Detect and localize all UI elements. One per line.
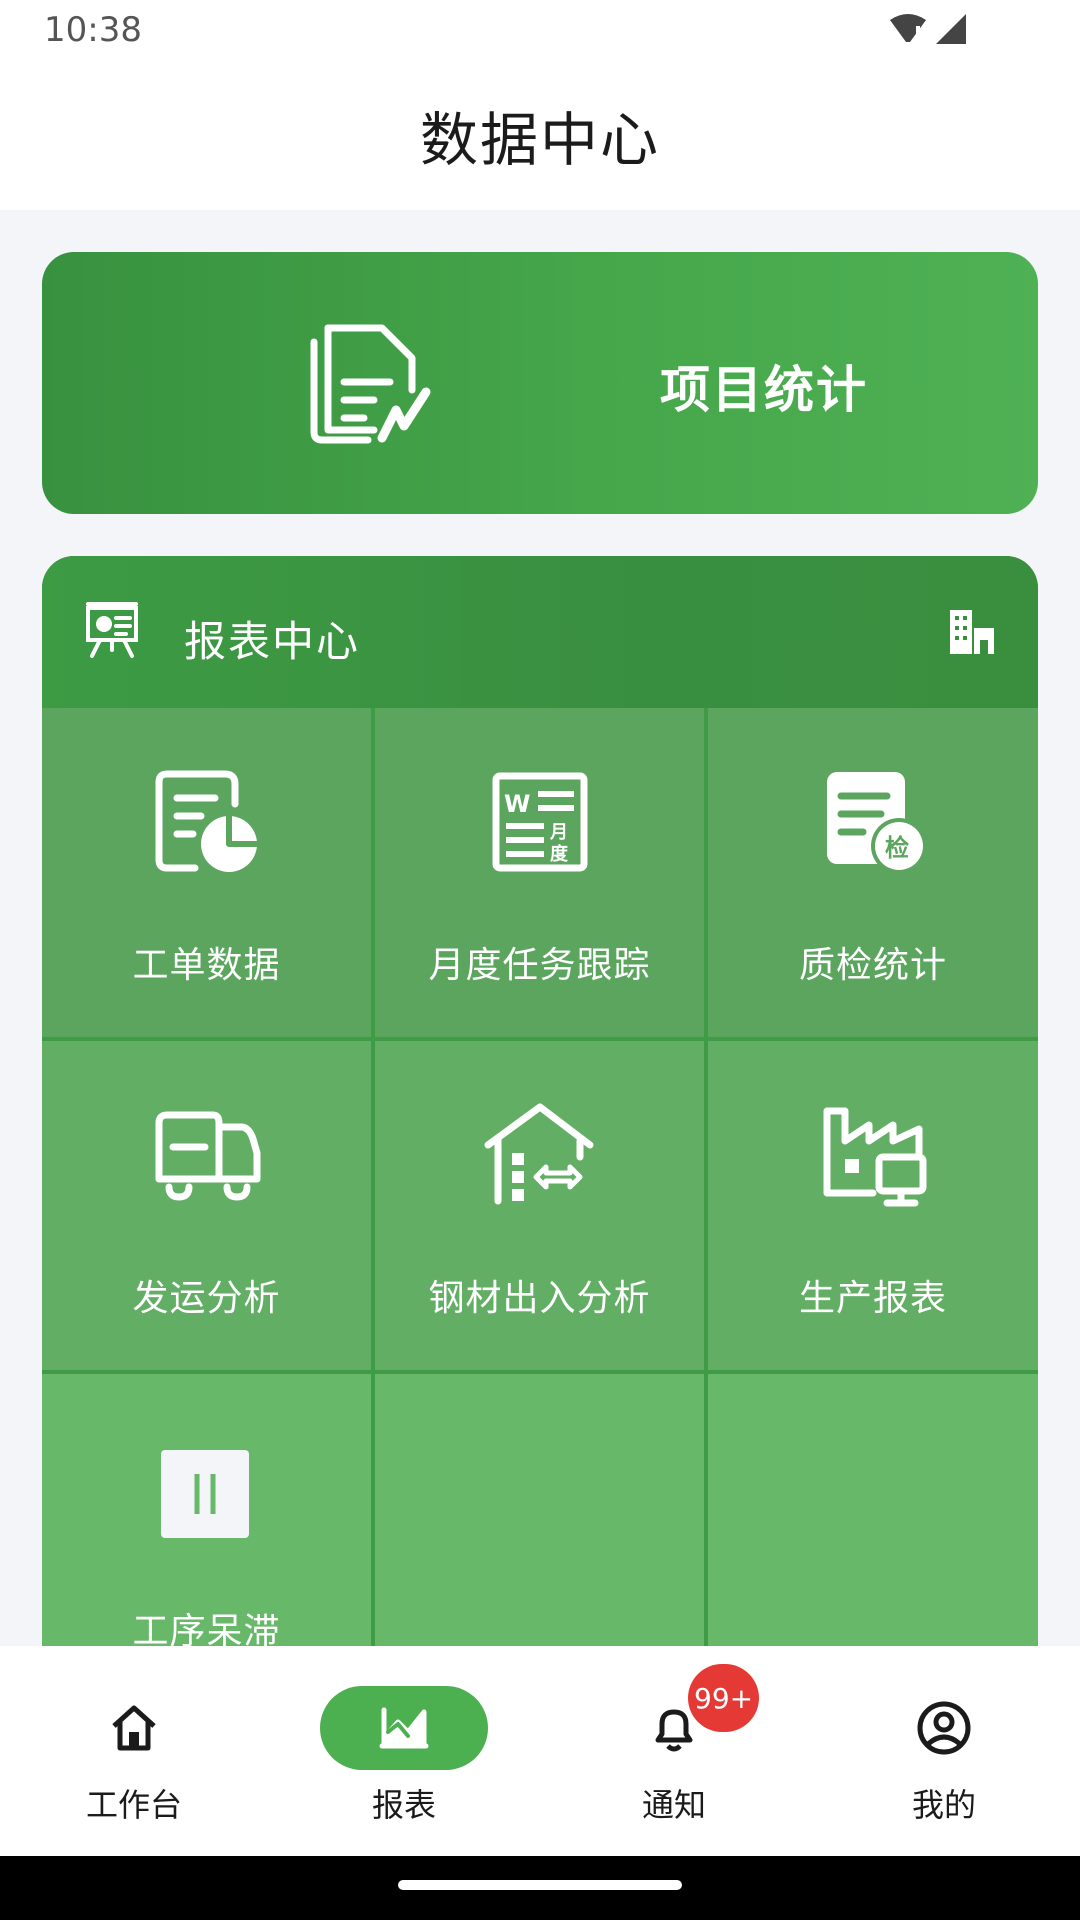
nav-item-profile[interactable]: 我的 — [834, 1686, 1054, 1826]
nav-icon-container — [860, 1686, 1028, 1770]
project-statistics-label: 项目统计 — [660, 361, 868, 419]
report-item-label: 钢材出入分析 — [428, 1278, 651, 1319]
report-center-header: 报表中心 — [42, 556, 1038, 708]
report-item-monthly-task-tracking[interactable]: W 月 度 月度任务跟踪 — [375, 708, 704, 1037]
nav-icon-container — [50, 1686, 218, 1770]
report-center-panel: 报表中心 工单数据 W 月 度 月度任务跟踪 检 质检统计 发运分析 钢材出入分… — [42, 556, 1038, 1646]
building-icon[interactable] — [948, 608, 996, 656]
inspection-doc-icon: 检 — [827, 772, 927, 874]
document-pie-chart-icon — [155, 770, 260, 872]
factory-monitor-icon — [823, 1107, 927, 1207]
svg-text:月: 月 — [549, 822, 568, 843]
report-item-work-order-data[interactable]: 工单数据 — [42, 708, 371, 1037]
app-header: 数据中心 — [0, 60, 1080, 210]
report-item-empty — [375, 1374, 704, 1646]
notification-badge: 99+ — [688, 1664, 760, 1732]
report-item-shipping-analysis[interactable]: 发运分析 — [42, 1041, 371, 1370]
nav-label: 工作台 — [85, 1786, 182, 1824]
svg-text:度: 度 — [550, 843, 569, 865]
report-item-process-stagnation[interactable]: 工序呆滞 — [42, 1374, 371, 1646]
status-icons — [888, 12, 968, 46]
user-circle-icon — [917, 1701, 971, 1755]
report-item-label: 工序呆滞 — [132, 1611, 281, 1646]
nav-item-reports[interactable]: 报表 — [294, 1686, 514, 1826]
chart-icon — [379, 1707, 429, 1749]
home-icon — [112, 1705, 156, 1751]
nav-item-notifications[interactable]: 99+ 通知 — [564, 1664, 784, 1826]
report-center-title: 报表中心 — [184, 617, 361, 666]
report-item-label: 质检统计 — [798, 945, 947, 986]
nav-label: 通知 — [641, 1786, 706, 1824]
nav-label: 报表 — [371, 1786, 436, 1824]
system-gesture-bar — [0, 1856, 1080, 1920]
report-item-label: 发运分析 — [132, 1278, 281, 1319]
nav-item-workbench[interactable]: 工作台 — [24, 1686, 244, 1826]
report-item-empty — [708, 1374, 1038, 1646]
bottom-navigation: 工作台 报表 99+ 通知 我的 — [0, 1646, 1080, 1856]
monthly-word-doc-icon: W 月 度 — [492, 772, 587, 872]
report-grid: 工单数据 W 月 度 月度任务跟踪 检 质检统计 发运分析 钢材出入分析 生产报… — [42, 708, 1038, 1646]
report-item-label: 生产报表 — [798, 1278, 947, 1319]
page-title: 数据中心 — [419, 106, 660, 174]
nav-icon-container — [320, 1686, 488, 1770]
report-item-label: 工单数据 — [132, 945, 281, 986]
report-item-steel-in-out-analysis[interactable]: 钢材出入分析 — [375, 1041, 704, 1370]
report-item-production-report[interactable]: 生产报表 — [708, 1041, 1038, 1370]
signal-icon — [936, 14, 966, 44]
report-item-quality-inspection[interactable]: 检 质检统计 — [708, 708, 1038, 1037]
presentation-board-icon — [86, 602, 138, 658]
home-gesture-handle[interactable] — [398, 1880, 682, 1890]
wifi-icon — [890, 14, 926, 44]
project-statistics-card[interactable]: 项目统计 — [42, 252, 1038, 514]
document-chart-icon — [310, 324, 431, 444]
status-bar: 10:38 — [0, 0, 1080, 60]
pause-icon — [160, 1450, 249, 1538]
status-time: 10:38 — [44, 10, 142, 50]
nav-icon-container: 99+ — [590, 1664, 760, 1770]
svg-text:W: W — [504, 790, 530, 818]
delivery-truck-icon — [155, 1111, 260, 1201]
report-item-label: 月度任务跟踪 — [428, 945, 651, 986]
warehouse-transfer-icon — [484, 1103, 593, 1205]
svg-text:检: 检 — [885, 834, 909, 862]
nav-label: 我的 — [911, 1786, 976, 1824]
